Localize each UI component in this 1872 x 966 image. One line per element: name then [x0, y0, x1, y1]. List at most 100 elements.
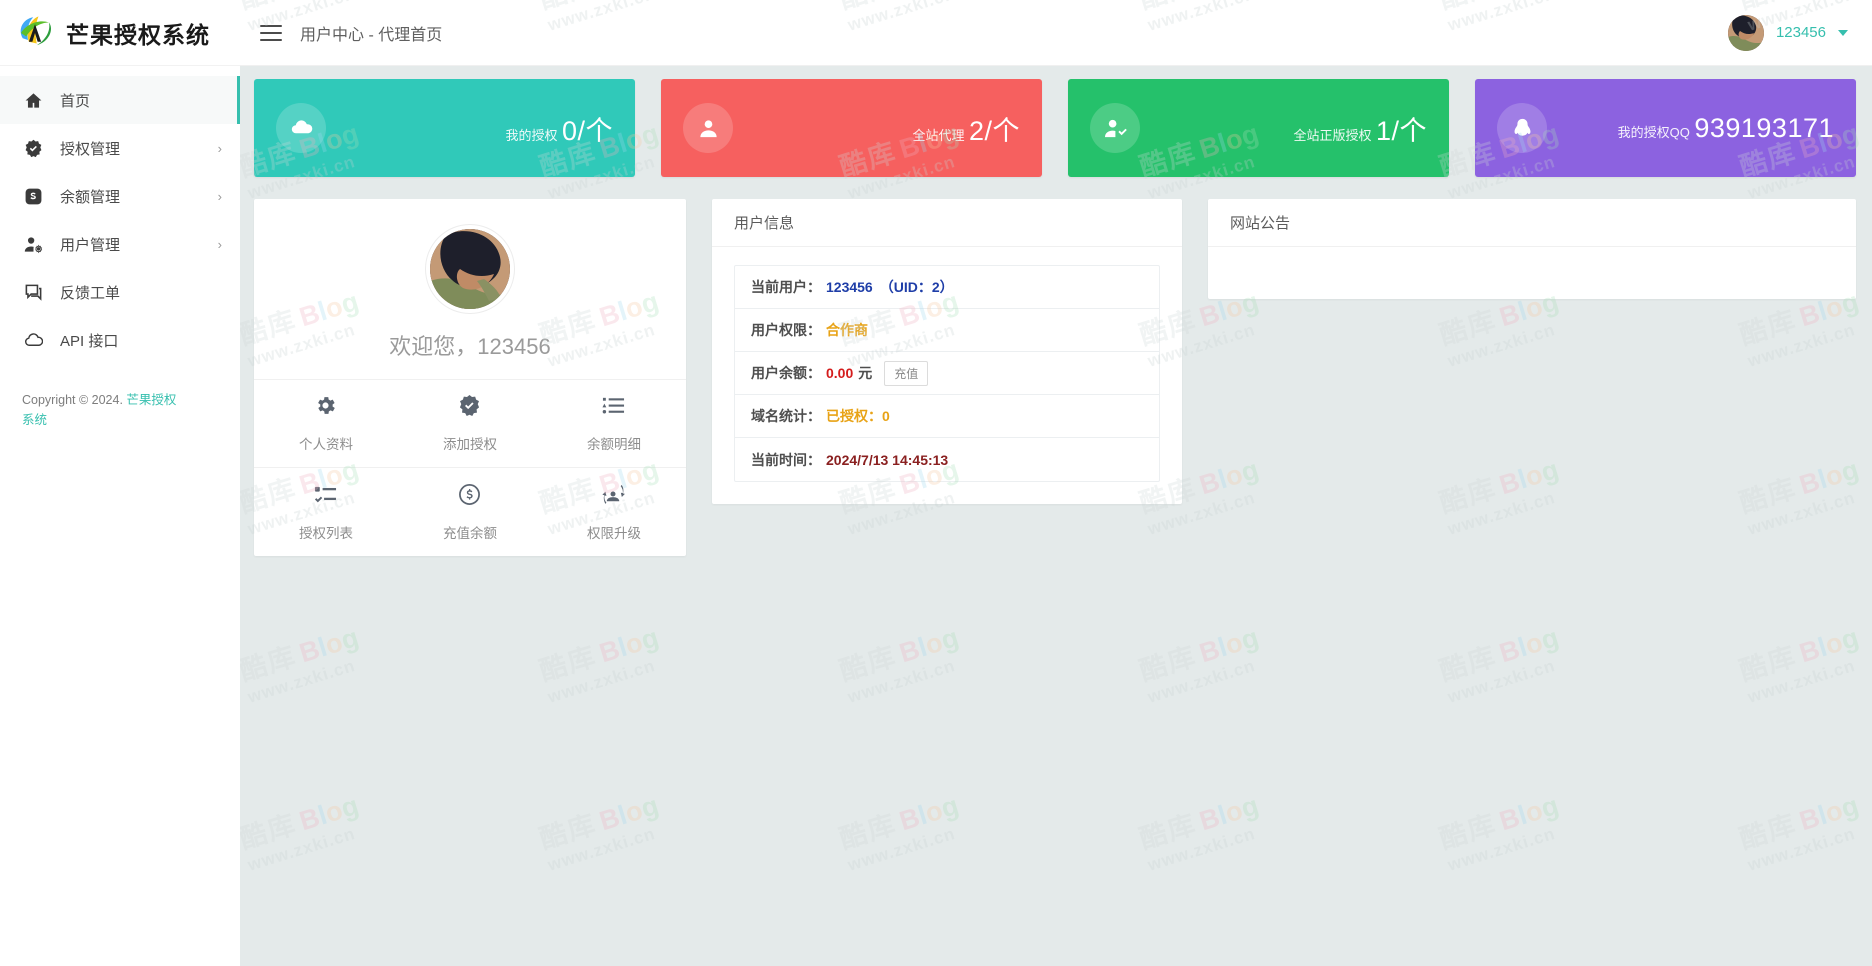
- chevron-right-icon: ›: [217, 188, 222, 204]
- sidebar-item-label: 首页: [60, 92, 91, 110]
- sidebar-item-label: 余额管理: [60, 188, 121, 206]
- row-key: 当前用户：: [751, 279, 821, 295]
- panels-row: 欢迎您，123456 个人资料 添加授权 余额明细 授权列表 充值余额 权限升级…: [254, 199, 1856, 556]
- table-row: 当前用户： 123456 （UID：2）: [735, 266, 1159, 309]
- welcome-text: 欢迎您，123456: [389, 334, 551, 359]
- hamburger-icon[interactable]: [260, 24, 282, 41]
- copyright-text: Copyright © 2024.: [22, 393, 127, 407]
- tile-personal-profile[interactable]: 个人资料: [254, 380, 398, 468]
- profile-card: 欢迎您，123456 个人资料 添加授权 余额明细 授权列表 充值余额 权限升级: [254, 199, 686, 556]
- brand-title: 芒果授权系统: [66, 21, 210, 48]
- user-icon: [683, 103, 733, 153]
- sidebar-item-auth-management[interactable]: 授权管理 ›: [0, 124, 240, 172]
- brand[interactable]: 芒果授权系统: [0, 0, 240, 66]
- tile-label: 充值余额: [442, 525, 497, 541]
- tile-add-authorization[interactable]: 添加授权: [397, 380, 542, 468]
- row-key: 当前时间：: [751, 451, 821, 468]
- stat-text: 我的授权QQ 939193171: [1618, 113, 1834, 144]
- stat-text: 我的授权 0/个: [506, 109, 614, 148]
- stat-text: 全站代理 2/个: [913, 109, 1021, 148]
- main-content: 我的授权 0/个 全站代理 2/个 全站正版授权 1/个 我的授权QQ 9391…: [240, 66, 1872, 966]
- user-menu[interactable]: 123456: [1727, 14, 1848, 51]
- user-cog-icon: [22, 233, 44, 255]
- row-value: 合作商: [826, 322, 868, 338]
- tile-balance-details[interactable]: 余额明细: [541, 380, 686, 468]
- tile-recharge-balance[interactable]: 充值余额: [398, 468, 542, 556]
- row-unit: 元: [858, 365, 873, 381]
- user-info-card: 用户信息 当前用户： 123456 （UID：2） 用户权限： 合作商 用户余额…: [712, 199, 1182, 504]
- stat-value: 0/个: [561, 115, 613, 146]
- user-check-icon: [1090, 103, 1140, 153]
- row-value: 0.00: [826, 365, 854, 381]
- sidebar-item-label: 授权管理: [60, 140, 121, 158]
- quick-action-tiles: 个人资料 添加授权 余额明细 授权列表 充值余额 权限升级: [254, 379, 686, 556]
- avatar: [426, 225, 514, 313]
- row-value: 123456 （UID：2）: [826, 279, 954, 295]
- sidebar-item-api[interactable]: API 接口: [0, 316, 240, 364]
- qq-penguin-icon: [1497, 103, 1547, 153]
- row-key: 域名统计：: [751, 408, 821, 424]
- sidebar-nav: 首页 授权管理 › 余额管理 › 用户管理 › 反馈工单 API 接口: [0, 66, 240, 364]
- sidebar-item-user-management[interactable]: 用户管理 ›: [0, 220, 240, 268]
- row-value: 2024/7/13 14:45:13: [826, 451, 949, 468]
- profile-header: 欢迎您，123456: [254, 199, 686, 379]
- user-upgrade-icon: [602, 483, 626, 511]
- tile-label: 添加授权: [442, 437, 497, 452]
- list-ul-icon: [602, 394, 625, 422]
- row-key: 用户权限：: [751, 322, 821, 338]
- stat-text: 全站正版授权 1/个: [1294, 109, 1428, 148]
- site-notice-card: 网站公告: [1208, 199, 1856, 299]
- stat-label: 我的授权: [505, 127, 558, 143]
- home-icon: [22, 89, 44, 111]
- panel-title: 用户信息: [712, 199, 1182, 247]
- breadcrumb: 用户中心 - 代理首页: [300, 26, 443, 44]
- dollar-circle-icon: [458, 483, 481, 511]
- row-value: 已授权：0: [826, 408, 890, 424]
- list-check-icon: [314, 483, 337, 511]
- sidebar-item-feedback-ticket[interactable]: 反馈工单: [0, 268, 240, 316]
- panel-title: 网站公告: [1208, 199, 1856, 247]
- sidebar-item-label: 反馈工单: [60, 284, 121, 302]
- table-row: 用户余额： 0.00 元 充值: [735, 352, 1159, 395]
- mango-logo-icon: [14, 12, 56, 54]
- user-name-label: 123456: [1775, 24, 1826, 41]
- stat-label: 全站代理: [912, 127, 965, 143]
- tile-label: 权限升级: [586, 525, 641, 541]
- table-row: 用户权限： 合作商: [735, 309, 1159, 352]
- table-row: 域名统计： 已授权：0: [735, 395, 1159, 438]
- user-info-table: 当前用户： 123456 （UID：2） 用户权限： 合作商 用户余额： 0.0…: [734, 265, 1160, 482]
- chevron-right-icon: ›: [217, 236, 222, 252]
- page-root: 芒果授权系统 首页 授权管理 › 余额管理 › 用户管理 › 反馈工单 API …: [0, 0, 1872, 966]
- sidebar-item-home[interactable]: 首页: [0, 76, 240, 124]
- notice-body: [1208, 247, 1856, 299]
- table-row: 当前时间： 2024/7/13 14:45:13: [735, 438, 1159, 481]
- sidebar-item-balance-management[interactable]: 余额管理 ›: [0, 172, 240, 220]
- sidebar-copyright: Copyright © 2024. 芒果授权系统: [0, 390, 210, 430]
- chevron-right-icon: ›: [217, 140, 222, 156]
- row-key: 用户余额：: [751, 365, 821, 381]
- stat-card-my-authorizations[interactable]: 我的授权 0/个: [254, 79, 635, 177]
- tile-permission-upgrade[interactable]: 权限升级: [542, 468, 686, 556]
- tile-label: 授权列表: [298, 525, 353, 541]
- stat-card-my-qq[interactable]: 我的授权QQ 939193171: [1475, 79, 1856, 177]
- comment-icon: [22, 281, 44, 303]
- topbar-left: 用户中心 - 代理首页: [260, 21, 442, 45]
- coin-icon: [22, 185, 44, 207]
- recharge-button[interactable]: 充值: [884, 360, 929, 386]
- sidebar-item-label: API 接口: [60, 332, 119, 350]
- sidebar-item-label: 用户管理: [60, 236, 121, 254]
- stat-cards: 我的授权 0/个 全站代理 2/个 全站正版授权 1/个 我的授权QQ 9391…: [254, 79, 1856, 177]
- stat-label: 我的授权QQ: [1617, 124, 1690, 140]
- stat-card-site-licenses[interactable]: 全站正版授权 1/个: [1068, 79, 1449, 177]
- badge-check-icon: [22, 137, 44, 159]
- right-pane: 用户中心 - 代理首页 123456 我的授权 0/个 全站代理 2/个 全站正…: [240, 0, 1872, 966]
- stat-value: 939193171: [1694, 112, 1834, 143]
- chevron-down-icon[interactable]: [1838, 29, 1848, 36]
- tile-authorization-list[interactable]: 授权列表: [254, 468, 398, 556]
- stat-card-site-agents[interactable]: 全站代理 2/个: [661, 79, 1042, 177]
- gear-icon: [314, 394, 337, 422]
- cloud-icon: [276, 103, 326, 153]
- avatar: [1727, 14, 1764, 51]
- stat-label: 全站正版授权: [1293, 127, 1372, 143]
- badge-check-icon: [458, 394, 481, 422]
